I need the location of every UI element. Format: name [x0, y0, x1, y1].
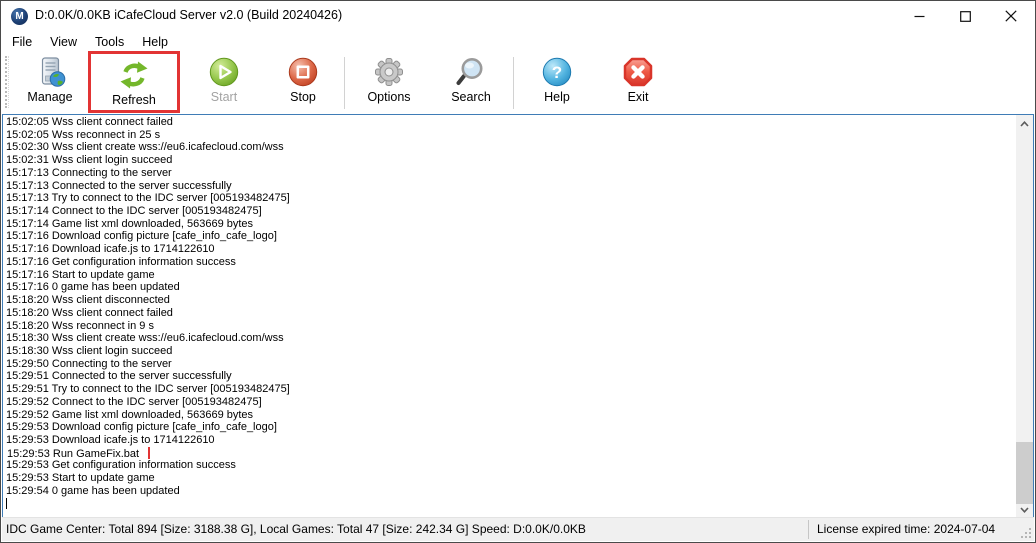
- resize-grip[interactable]: [1020, 527, 1033, 540]
- manage-label: Manage: [27, 90, 72, 104]
- log-line: 15:29:53 Download config picture [cafe_i…: [6, 421, 1013, 434]
- log-line: 15:18:30 Wss client login succeed: [6, 345, 1013, 358]
- menu-help[interactable]: Help: [133, 33, 177, 51]
- log-line: 15:17:13 Connecting to the server: [6, 167, 1013, 180]
- options-label: Options: [367, 90, 410, 104]
- play-icon: [208, 56, 240, 88]
- vertical-scrollbar[interactable]: [1016, 115, 1033, 518]
- exit-octagon-icon: [622, 56, 654, 88]
- help-label: Help: [544, 90, 570, 104]
- log-line: 15:17:16 Download icafe.js to 1714122610: [6, 243, 1013, 256]
- log-line: 15:29:52 Game list xml downloaded, 56366…: [6, 409, 1013, 422]
- log-line: 15:29:51 Connected to the server success…: [6, 370, 1013, 383]
- start-label: Start: [211, 90, 237, 104]
- svg-text:?: ?: [552, 63, 562, 82]
- options-button[interactable]: Options: [347, 55, 431, 111]
- log-line: 15:29:50 Connecting to the server: [6, 358, 1013, 371]
- help-button[interactable]: ? Help: [516, 55, 598, 111]
- log-line: 15:17:13 Connected to the server success…: [6, 180, 1013, 193]
- search-button[interactable]: Search: [431, 55, 511, 111]
- log-line: 15:17:14 Connect to the IDC server [0051…: [6, 205, 1013, 218]
- toolbar-separator: [344, 57, 345, 109]
- minimize-icon: [914, 11, 925, 22]
- gear-icon: [373, 56, 405, 88]
- close-button[interactable]: [988, 1, 1034, 31]
- window-title: D:0.0K/0.0KB iCafeCloud Server v2.0 (Bui…: [35, 8, 342, 22]
- log-line: 15:17:16 0 game has been updated: [6, 281, 1013, 294]
- exit-button[interactable]: Exit: [598, 55, 678, 111]
- log-line: 15:29:53 Get configuration information s…: [6, 459, 1013, 472]
- games-summary-status: IDC Game Center: Total 894 [Size: 3188.3…: [6, 522, 586, 536]
- window-controls: [896, 1, 1034, 31]
- chevron-down-icon: [1020, 507, 1029, 513]
- log-line: 15:18:20 Wss client connect failed: [6, 307, 1013, 320]
- magnifier-icon: [455, 56, 487, 88]
- log-line: 15:29:53 Download icafe.js to 1714122610: [6, 434, 1013, 447]
- minimize-button[interactable]: [896, 1, 942, 31]
- log-line: 15:29:54 0 game has been updated: [6, 485, 1013, 498]
- log-line: 15:17:14 Game list xml downloaded, 56366…: [6, 218, 1013, 231]
- question-icon: ?: [541, 56, 573, 88]
- log-line: 15:17:16 Start to update game: [6, 269, 1013, 282]
- maximize-icon: [960, 11, 971, 22]
- log-line: 15:17:16 Download config picture [cafe_i…: [6, 230, 1013, 243]
- log-line: 15:29:53 Run GameFix.bat: [6, 447, 1013, 460]
- manage-button[interactable]: Manage: [12, 55, 88, 111]
- toolbar-separator: [513, 57, 514, 109]
- title-bar: M D:0.0K/0.0KB iCafeCloud Server v2.0 (B…: [2, 1, 1034, 31]
- app-window: M D:0.0K/0.0KB iCafeCloud Server v2.0 (B…: [0, 0, 1036, 543]
- maximize-button[interactable]: [942, 1, 988, 31]
- menu-view[interactable]: View: [41, 33, 86, 51]
- stop-button[interactable]: Stop: [264, 55, 342, 111]
- log-line: 15:29:52 Connect to the IDC server [0051…: [6, 396, 1013, 409]
- status-bar: IDC Game Center: Total 894 [Size: 3188.3…: [2, 517, 1034, 541]
- log-line: 15:29:51 Try to connect to the IDC serve…: [6, 383, 1013, 396]
- log-line: 15:17:13 Try to connect to the IDC serve…: [6, 192, 1013, 205]
- log-output[interactable]: 15:02:05 Wss client connect failed 15:02…: [2, 114, 1034, 519]
- log-line: 15:18:20 Wss reconnect in 9 s: [6, 320, 1013, 333]
- text-cursor: [6, 498, 7, 509]
- log-line: 15:02:31 Wss client login succeed: [6, 154, 1013, 167]
- close-icon: [1005, 10, 1017, 22]
- log-line: 15:02:05 Wss reconnect in 25 s: [6, 129, 1013, 142]
- log-line: 15:18:20 Wss client disconnected: [6, 294, 1013, 307]
- refresh-label: Refresh: [112, 93, 156, 107]
- refresh-button[interactable]: Refresh: [88, 51, 180, 113]
- statusbar-separator: [808, 520, 809, 539]
- log-line: 15:02:30 Wss client create wss://eu6.ica…: [6, 141, 1013, 154]
- exit-label: Exit: [628, 90, 649, 104]
- log-line: 15:18:30 Wss client create wss://eu6.ica…: [6, 332, 1013, 345]
- menu-file[interactable]: File: [3, 33, 41, 51]
- scroll-down-button[interactable]: [1016, 501, 1033, 518]
- menu-bar: File View Tools Help: [2, 31, 1034, 53]
- toolbar-gripper[interactable]: [5, 56, 9, 108]
- scrollbar-thumb[interactable]: [1016, 442, 1033, 504]
- menu-tools[interactable]: Tools: [86, 33, 133, 51]
- scroll-up-button[interactable]: [1016, 115, 1033, 132]
- log-line: 15:02:05 Wss client connect failed: [6, 116, 1013, 129]
- license-expiry-status: License expired time: 2024-07-04: [817, 522, 995, 536]
- refresh-arrows-icon: [118, 59, 150, 91]
- stop-icon: [287, 56, 319, 88]
- toolbar: Manage Refresh Start: [2, 53, 1034, 114]
- log-line: 15:29:53 Start to update game: [6, 472, 1013, 485]
- server-globe-icon: [34, 56, 66, 88]
- start-button[interactable]: Start: [184, 55, 264, 111]
- app-logo-icon: M: [11, 8, 28, 25]
- search-label: Search: [451, 90, 491, 104]
- log-line: 15:17:16 Get configuration information s…: [6, 256, 1013, 269]
- chevron-up-icon: [1020, 121, 1029, 127]
- stop-label: Stop: [290, 90, 316, 104]
- log-lines: 15:02:05 Wss client connect failed 15:02…: [6, 116, 1013, 498]
